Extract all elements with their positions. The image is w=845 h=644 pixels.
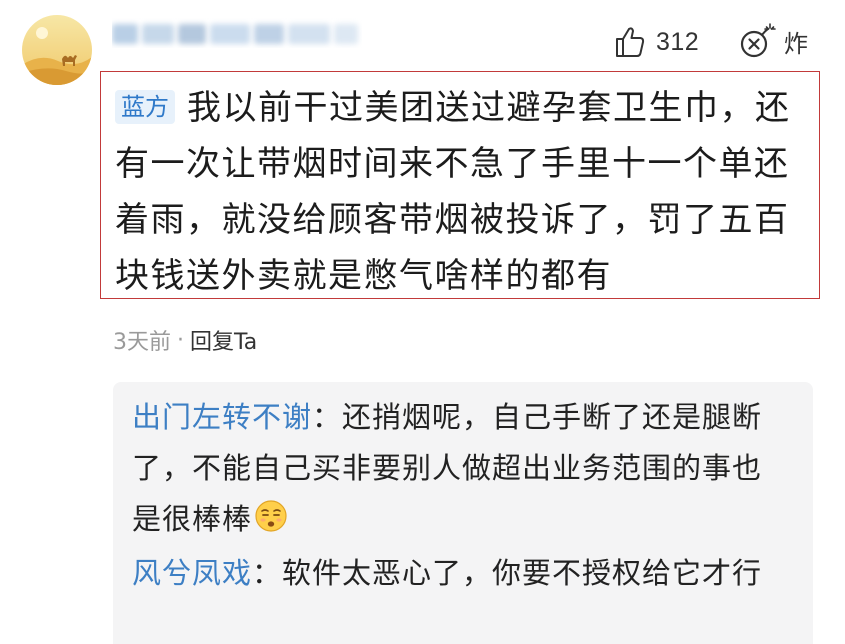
meta-separator: · xyxy=(177,327,184,353)
reply-button[interactable]: 回复Ta xyxy=(190,324,257,356)
like-count: 312 xyxy=(656,27,700,56)
stance-badge: 蓝方 xyxy=(115,90,175,124)
comment-text: 我以前干过美团送过避孕套卫生巾，还有一次让带烟时间来不急了手里十一个单还着雨，就… xyxy=(115,88,791,296)
comment-thread: 312 炸 蓝方 我以前干过美团送过避孕套卫生巾，还有一次让带烟时间来不急了手里十… xyxy=(0,0,845,644)
comment-body: 蓝方 我以前干过美团送过避孕套卫生巾，还有一次让带烟时间来不急了手里十一个单还着雨… xyxy=(115,80,815,304)
unamused-face-emoji-icon xyxy=(255,500,287,532)
bomb-button[interactable]: 炸 xyxy=(738,22,808,60)
bomb-icon xyxy=(740,23,776,58)
desert-camel-avatar-icon xyxy=(22,15,92,85)
replies-panel: 出门左转不谢：还捎烟呢，自己手断了还是腿断了，不能自己买非要别人做超出业务范围的… xyxy=(113,382,813,644)
user-avatar[interactable] xyxy=(22,15,92,85)
bomb-label: 炸 xyxy=(784,29,808,58)
username-blurred[interactable] xyxy=(112,18,362,48)
reply-colon: ： xyxy=(252,556,283,590)
reply-author-link[interactable]: 出门左转不谢 xyxy=(132,400,312,434)
like-button[interactable]: 312 xyxy=(614,24,699,60)
reply-item: 风兮凤戏：软件太恶心了，你要不授权给它才行 xyxy=(132,548,782,599)
comment-highlight-box: 蓝方 我以前干过美团送过避孕套卫生巾，还有一次让带烟时间来不急了手里十一个单还着雨… xyxy=(100,71,820,299)
reply-colon: ： xyxy=(312,400,343,434)
reply-text: 软件太恶心了，你要不授权给它才行 xyxy=(282,556,763,590)
reply-author-link[interactable]: 风兮凤戏 xyxy=(132,556,252,590)
thumbs-up-icon xyxy=(616,27,645,57)
comment-meta: 3天前 · 回复Ta xyxy=(113,322,257,358)
reply-item: 出门左转不谢：还捎烟呢，自己手断了还是腿断了，不能自己买非要别人做超出业务范围的… xyxy=(132,392,782,545)
comment-timestamp: 3天前 xyxy=(113,330,171,355)
